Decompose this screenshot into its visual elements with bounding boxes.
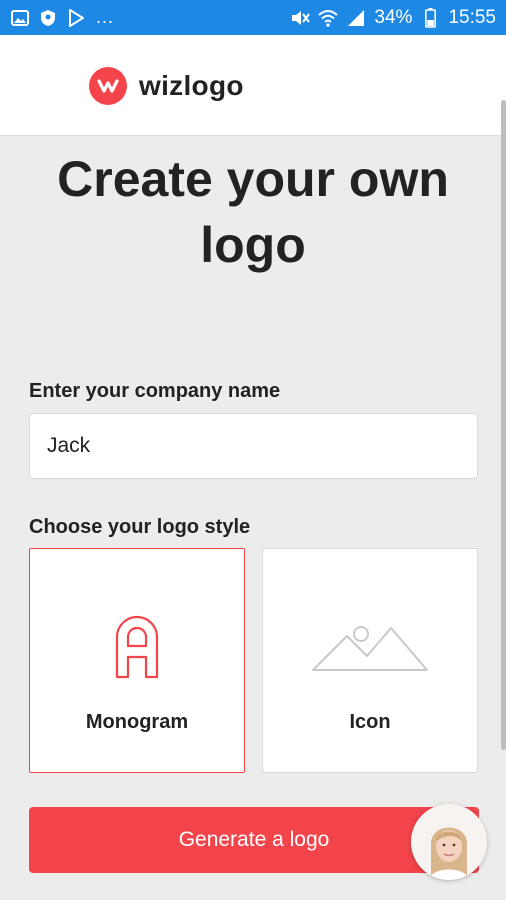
logo-style-label: Choose your logo style (29, 516, 251, 538)
company-name-input[interactable] (29, 413, 478, 479)
wizlogo-icon (89, 67, 127, 105)
page-title: Create your own logo (0, 146, 506, 278)
monogram-label: Monogram (85, 711, 189, 733)
mute-icon (290, 8, 311, 28)
company-name-label: Enter your company name (29, 380, 281, 402)
battery-percent: 34% (374, 6, 413, 28)
clock: 15:55 (448, 6, 496, 28)
monogram-icon (112, 611, 162, 683)
page-title-line-1: Create your own (57, 151, 449, 207)
brand-logo[interactable]: wizlogo (89, 67, 244, 105)
monogram-style-option[interactable]: Monogram (29, 548, 245, 773)
page-title-line-2: logo (200, 217, 306, 273)
battery-icon (420, 7, 440, 28)
mountain-image-icon (311, 611, 429, 683)
support-chat-avatar[interactable] (411, 804, 487, 880)
wifi-icon (318, 8, 339, 28)
person-avatar-icon (411, 804, 487, 880)
brand-name: wizlogo (139, 70, 244, 101)
signal-icon (346, 8, 366, 28)
icon-label: Icon (349, 711, 391, 733)
image-icon (10, 8, 30, 28)
shield-icon (38, 8, 58, 28)
app-header: wizlogo (0, 35, 506, 136)
icon-style-option[interactable]: Icon (262, 548, 478, 773)
notification-overflow: ... (96, 7, 115, 27)
status-bar: ... 34% 15:55 (0, 0, 506, 35)
play-icon (66, 8, 86, 28)
